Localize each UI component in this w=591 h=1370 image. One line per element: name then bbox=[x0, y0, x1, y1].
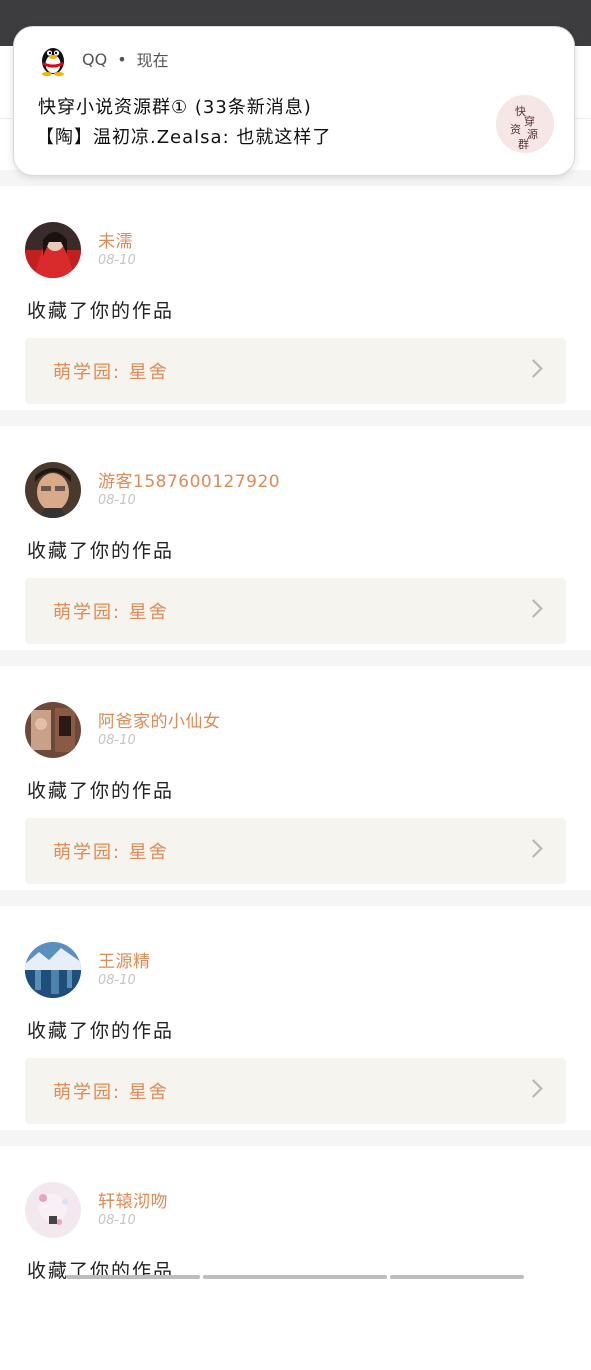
work-link[interactable]: 萌学园: 星舍 bbox=[25, 1058, 566, 1124]
group-avatar: 快 穿 资 源 群 bbox=[496, 95, 554, 153]
nav-segment bbox=[66, 1275, 200, 1279]
qq-penguin-icon bbox=[38, 42, 68, 76]
divider bbox=[0, 890, 591, 906]
chevron-right-icon bbox=[524, 1079, 543, 1098]
feed-card: 未濡 08-10 收藏了你的作品 萌学园: 星舍 bbox=[0, 186, 591, 410]
work-link[interactable]: 萌学园: 星舍 bbox=[25, 578, 566, 644]
group-avatar-char: 群 bbox=[518, 138, 529, 151]
username[interactable]: 未濡 bbox=[98, 227, 133, 252]
feed-card: 游客1587600127920 08-10 收藏了你的作品 萌学园: 星舍 bbox=[0, 426, 591, 650]
activity-text: 收藏了你的作品 bbox=[27, 540, 175, 562]
activity-text: 收藏了你的作品 bbox=[27, 1020, 175, 1042]
nav-segment bbox=[203, 1275, 387, 1279]
divider bbox=[0, 1130, 591, 1146]
work-link[interactable]: 萌学园: 星舍 bbox=[25, 338, 566, 404]
notification-time: 现在 bbox=[136, 51, 169, 70]
divider bbox=[0, 650, 591, 666]
work-title: 萌学园: 星舍 bbox=[53, 362, 169, 383]
chevron-right-icon bbox=[524, 359, 543, 378]
timestamp: 08-10 bbox=[98, 733, 136, 748]
activity-feed: 未濡 08-10 收藏了你的作品 萌学园: 星舍 游客1587600127920… bbox=[0, 170, 591, 1370]
notification-body: 【陶】温初凉.Zealsa: 也就这样了 bbox=[36, 127, 332, 148]
chevron-right-icon bbox=[524, 599, 543, 618]
avatar[interactable] bbox=[25, 702, 81, 758]
avatar[interactable] bbox=[25, 1182, 81, 1238]
timestamp: 08-10 bbox=[98, 1213, 136, 1228]
feed-card: 阿爸家的小仙女 08-10 收藏了你的作品 萌学园: 星舍 bbox=[0, 666, 591, 890]
avatar[interactable] bbox=[25, 462, 81, 518]
timestamp: 08-10 bbox=[98, 493, 136, 508]
username[interactable]: 阿爸家的小仙女 bbox=[98, 707, 221, 732]
feed-card: 轩辕沏吻 08-10 收藏了你的作品 bbox=[0, 1146, 591, 1370]
timestamp: 08-10 bbox=[98, 973, 136, 988]
notification-title: 快穿小说资源群① (33条新消息) bbox=[38, 97, 312, 118]
activity-text: 收藏了你的作品 bbox=[27, 300, 175, 322]
activity-text: 收藏了你的作品 bbox=[27, 780, 175, 802]
work-title: 萌学园: 星舍 bbox=[53, 842, 169, 863]
timestamp: 08-10 bbox=[98, 253, 136, 268]
work-title: 萌学园: 星舍 bbox=[53, 602, 169, 623]
notification-app-name: QQ bbox=[82, 49, 108, 69]
feed-card: 王源精 08-10 收藏了你的作品 萌学园: 星舍 bbox=[0, 906, 591, 1130]
navigation-indicator bbox=[66, 1275, 524, 1280]
work-title: 萌学园: 星舍 bbox=[53, 1082, 169, 1103]
divider bbox=[0, 410, 591, 426]
avatar[interactable] bbox=[25, 942, 81, 998]
username[interactable]: 王源精 bbox=[98, 947, 151, 972]
username[interactable]: 轩辕沏吻 bbox=[98, 1187, 168, 1212]
qq-notification-banner[interactable]: QQ • 现在 快穿小说资源群① (33条新消息) 【陶】温初凉.Zealsa:… bbox=[13, 26, 575, 176]
username[interactable]: 游客1587600127920 bbox=[98, 467, 280, 492]
avatar[interactable] bbox=[25, 222, 81, 278]
group-avatar-char: 资 bbox=[510, 123, 521, 136]
chevron-right-icon bbox=[524, 839, 543, 858]
separator-dot: • bbox=[117, 49, 127, 69]
notification-header: QQ • 现在 bbox=[38, 41, 169, 77]
work-link[interactable]: 萌学园: 星舍 bbox=[25, 818, 566, 884]
nav-segment bbox=[390, 1275, 524, 1279]
